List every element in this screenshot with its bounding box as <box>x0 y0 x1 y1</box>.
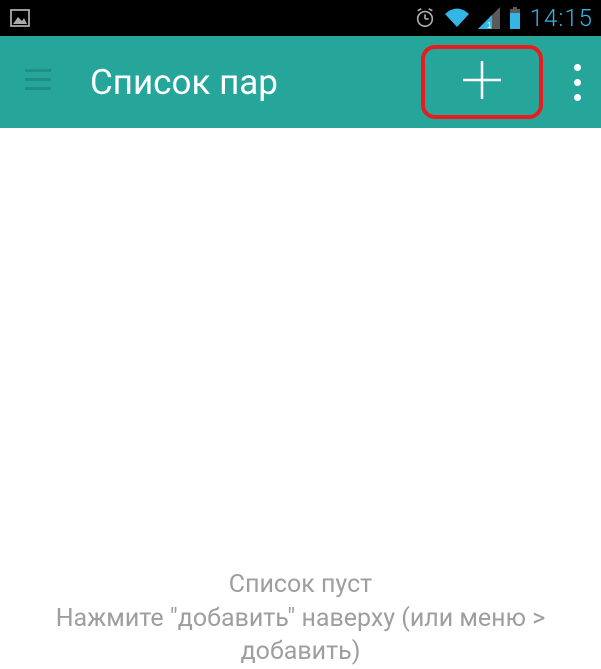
alarm-icon <box>414 7 436 29</box>
image-icon <box>8 6 32 30</box>
status-bar: 1 14:15 <box>0 0 601 36</box>
svg-text:1: 1 <box>487 21 492 29</box>
app-bar: Список пар <box>0 36 601 128</box>
dot-icon <box>574 79 581 86</box>
empty-state-text: Список пуст Нажмите "добавить" наверху (… <box>0 568 601 669</box>
hamburger-icon <box>25 69 51 95</box>
battery-icon <box>508 7 522 29</box>
content-area: Список пуст Нажмите "добавить" наверху (… <box>0 128 601 669</box>
dot-icon <box>574 64 581 71</box>
add-button[interactable] <box>421 45 543 119</box>
empty-line-1: Список пуст <box>8 568 593 602</box>
clock: 14:15 <box>530 4 593 32</box>
empty-line-2: Нажмите "добавить" наверху (или меню > д… <box>8 602 593 669</box>
status-right: 1 14:15 <box>414 4 593 32</box>
signal-icon: 1 <box>478 7 500 29</box>
menu-button[interactable] <box>20 64 56 100</box>
plus-icon <box>457 55 507 109</box>
overflow-menu-button[interactable] <box>565 52 589 112</box>
wifi-icon <box>444 7 470 29</box>
page-title: Список пар <box>90 62 405 103</box>
dot-icon <box>574 94 581 101</box>
status-left <box>8 6 32 30</box>
